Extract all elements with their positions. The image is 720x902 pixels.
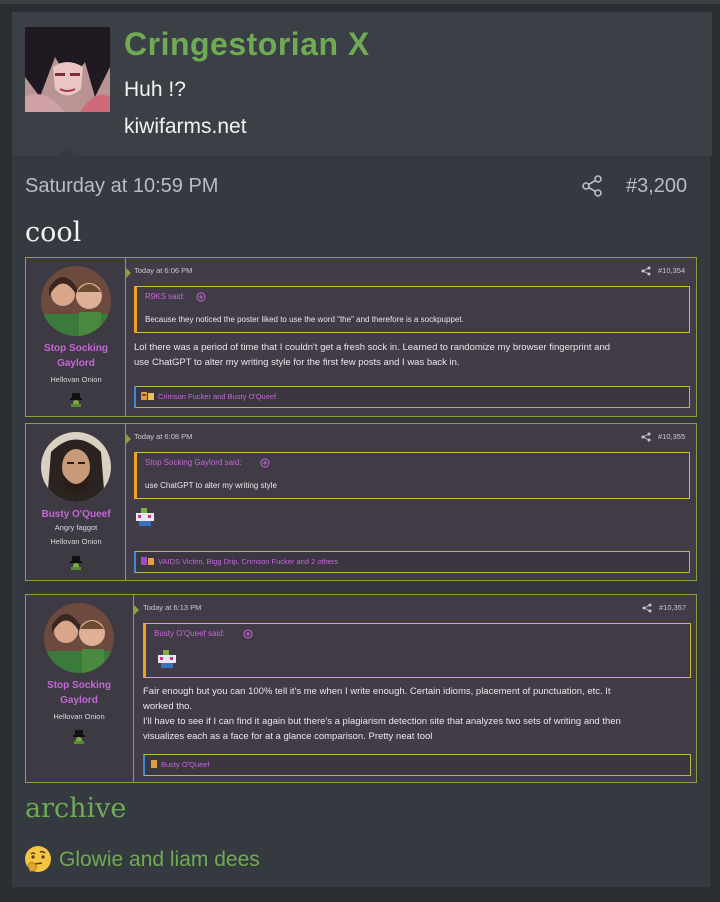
reaction-users[interactable]: VAIDS Victim, Bigg Drip, Crimson Fucker … — [158, 557, 338, 566]
embedded-user-rank: Hellovan Onion — [50, 537, 102, 546]
emoji-sticker-icon — [158, 650, 176, 668]
reaction-icons — [151, 760, 157, 768]
thinking-face-icon[interactable] — [23, 844, 53, 874]
quote-text: use ChatGPT to alter my writing style — [145, 481, 277, 490]
embedded-avatar — [41, 266, 111, 336]
share-icon[interactable] — [580, 174, 604, 198]
post-number[interactable]: #3,200 — [626, 175, 687, 198]
embedded-body-line: Fair enough but you can 100% tell it's m… — [143, 686, 611, 697]
embedded-body-line: I'll have to see if I can find it again … — [143, 716, 621, 727]
embedded-post-number[interactable]: #10,357 — [659, 603, 686, 612]
quote-author[interactable]: R9KS said: — [145, 292, 185, 301]
archive-link[interactable]: archive — [25, 793, 126, 824]
share-icon[interactable] — [641, 432, 651, 442]
reaction-icons — [141, 557, 154, 565]
embedded-username[interactable]: Stop Socking — [26, 678, 132, 693]
username[interactable]: Cringestorian X — [124, 26, 370, 63]
embedded-username-line2[interactable]: Gaylord — [26, 356, 126, 371]
reaction-users[interactable]: Busty O'Queef — [161, 760, 210, 769]
embedded-message: Busty O'Queef Angry faggot Hellovan Onio… — [25, 423, 697, 581]
embedded-date[interactable]: Today at 6:08 PM — [134, 432, 192, 441]
message-user-cell: Busty O'Queef Angry faggot Hellovan Onio… — [26, 424, 126, 580]
rank-badge-icon — [70, 393, 82, 407]
reaction-bar[interactable]: Busty O'Queef — [143, 754, 691, 776]
cell-arrow — [134, 605, 139, 615]
reaction-bar[interactable]: VAIDS Victim, Bigg Drip, Crimson Fucker … — [134, 551, 690, 573]
embedded-post-number[interactable]: #10,354 — [658, 266, 685, 275]
quote-block: Stop Socking Gaylord said: use ChatGPT t… — [134, 452, 690, 499]
embedded-user-rank: Hellovan Onion — [53, 712, 105, 721]
embedded-message: Stop Socking Gaylord Hellovan Onion Toda… — [25, 594, 697, 783]
quote-block: R9KS said: Because they noticed the post… — [134, 286, 690, 333]
post-body-text: cool — [25, 217, 82, 248]
rank-badge-icon — [73, 730, 85, 744]
expand-quote-icon[interactable] — [260, 458, 270, 468]
embedded-date[interactable]: Today at 6:06 PM — [134, 266, 192, 275]
quote-author[interactable]: Stop Socking Gaylord said: — [145, 458, 242, 467]
post-date[interactable]: Saturday at 10:59 PM — [25, 175, 218, 198]
embedded-body-line: use ChatGPT to alter my writing style fo… — [134, 357, 460, 368]
reaction-bar[interactable]: Crimson Fucker and Busty O'Queef — [134, 386, 690, 408]
share-icon[interactable] — [641, 266, 651, 276]
header-notch — [56, 148, 78, 158]
post-user-header: Cringestorian X Huh !? kiwifarms.net — [12, 12, 712, 157]
post-reaction-users[interactable]: Glowie and liam dees — [59, 848, 260, 872]
embedded-username[interactable]: Busty O'Queef — [26, 507, 126, 522]
embedded-message: Stop Socking Gaylord Hellovan Onion Toda… — [25, 257, 697, 417]
message-user-cell: Stop Socking Gaylord Hellovan Onion — [26, 595, 134, 782]
forum-post: Cringestorian X Huh !? kiwifarms.net Sat… — [11, 11, 712, 888]
expand-quote-icon[interactable] — [196, 292, 206, 302]
reaction-users[interactable]: Crimson Fucker and Busty O'Queef — [158, 392, 276, 401]
embedded-body-line: worked tho. — [143, 701, 193, 712]
quote-block: Busty O'Queef said: — [143, 623, 691, 678]
embedded-avatar — [41, 432, 111, 502]
share-icon[interactable] — [642, 603, 652, 613]
user-avatar[interactable] — [25, 27, 110, 112]
message-user-cell: Stop Socking Gaylord Hellovan Onion — [26, 258, 126, 416]
embedded-date[interactable]: Today at 6:13 PM — [143, 603, 201, 612]
top-bar — [0, 0, 720, 4]
embedded-user-rank: Hellovan Onion — [50, 375, 102, 384]
embedded-username-line2[interactable]: Gaylord — [26, 693, 132, 708]
rank-badge-icon — [70, 556, 82, 570]
expand-quote-icon[interactable] — [243, 629, 253, 639]
embedded-screenshot: Stop Socking Gaylord Hellovan Onion Toda… — [25, 257, 699, 783]
embedded-user-title: Angry faggot — [54, 523, 98, 532]
cell-arrow — [126, 434, 131, 444]
embedded-post-number[interactable]: #10,355 — [658, 432, 685, 441]
embedded-body-line: visualizes each as a face for at a glanc… — [143, 731, 433, 742]
embedded-avatar — [44, 603, 114, 673]
quote-author[interactable]: Busty O'Queef said: — [154, 629, 225, 638]
emoji-sticker-icon — [136, 508, 154, 526]
quote-text: Because they noticed the poster liked to… — [145, 315, 464, 324]
reaction-icons — [141, 392, 154, 400]
embedded-username[interactable]: Stop Socking — [26, 341, 126, 356]
user-site: kiwifarms.net — [124, 115, 247, 138]
embedded-body-line: Lol there was a period of time that I co… — [134, 342, 611, 353]
cell-arrow — [126, 268, 131, 278]
user-title: Huh !? — [124, 78, 186, 101]
